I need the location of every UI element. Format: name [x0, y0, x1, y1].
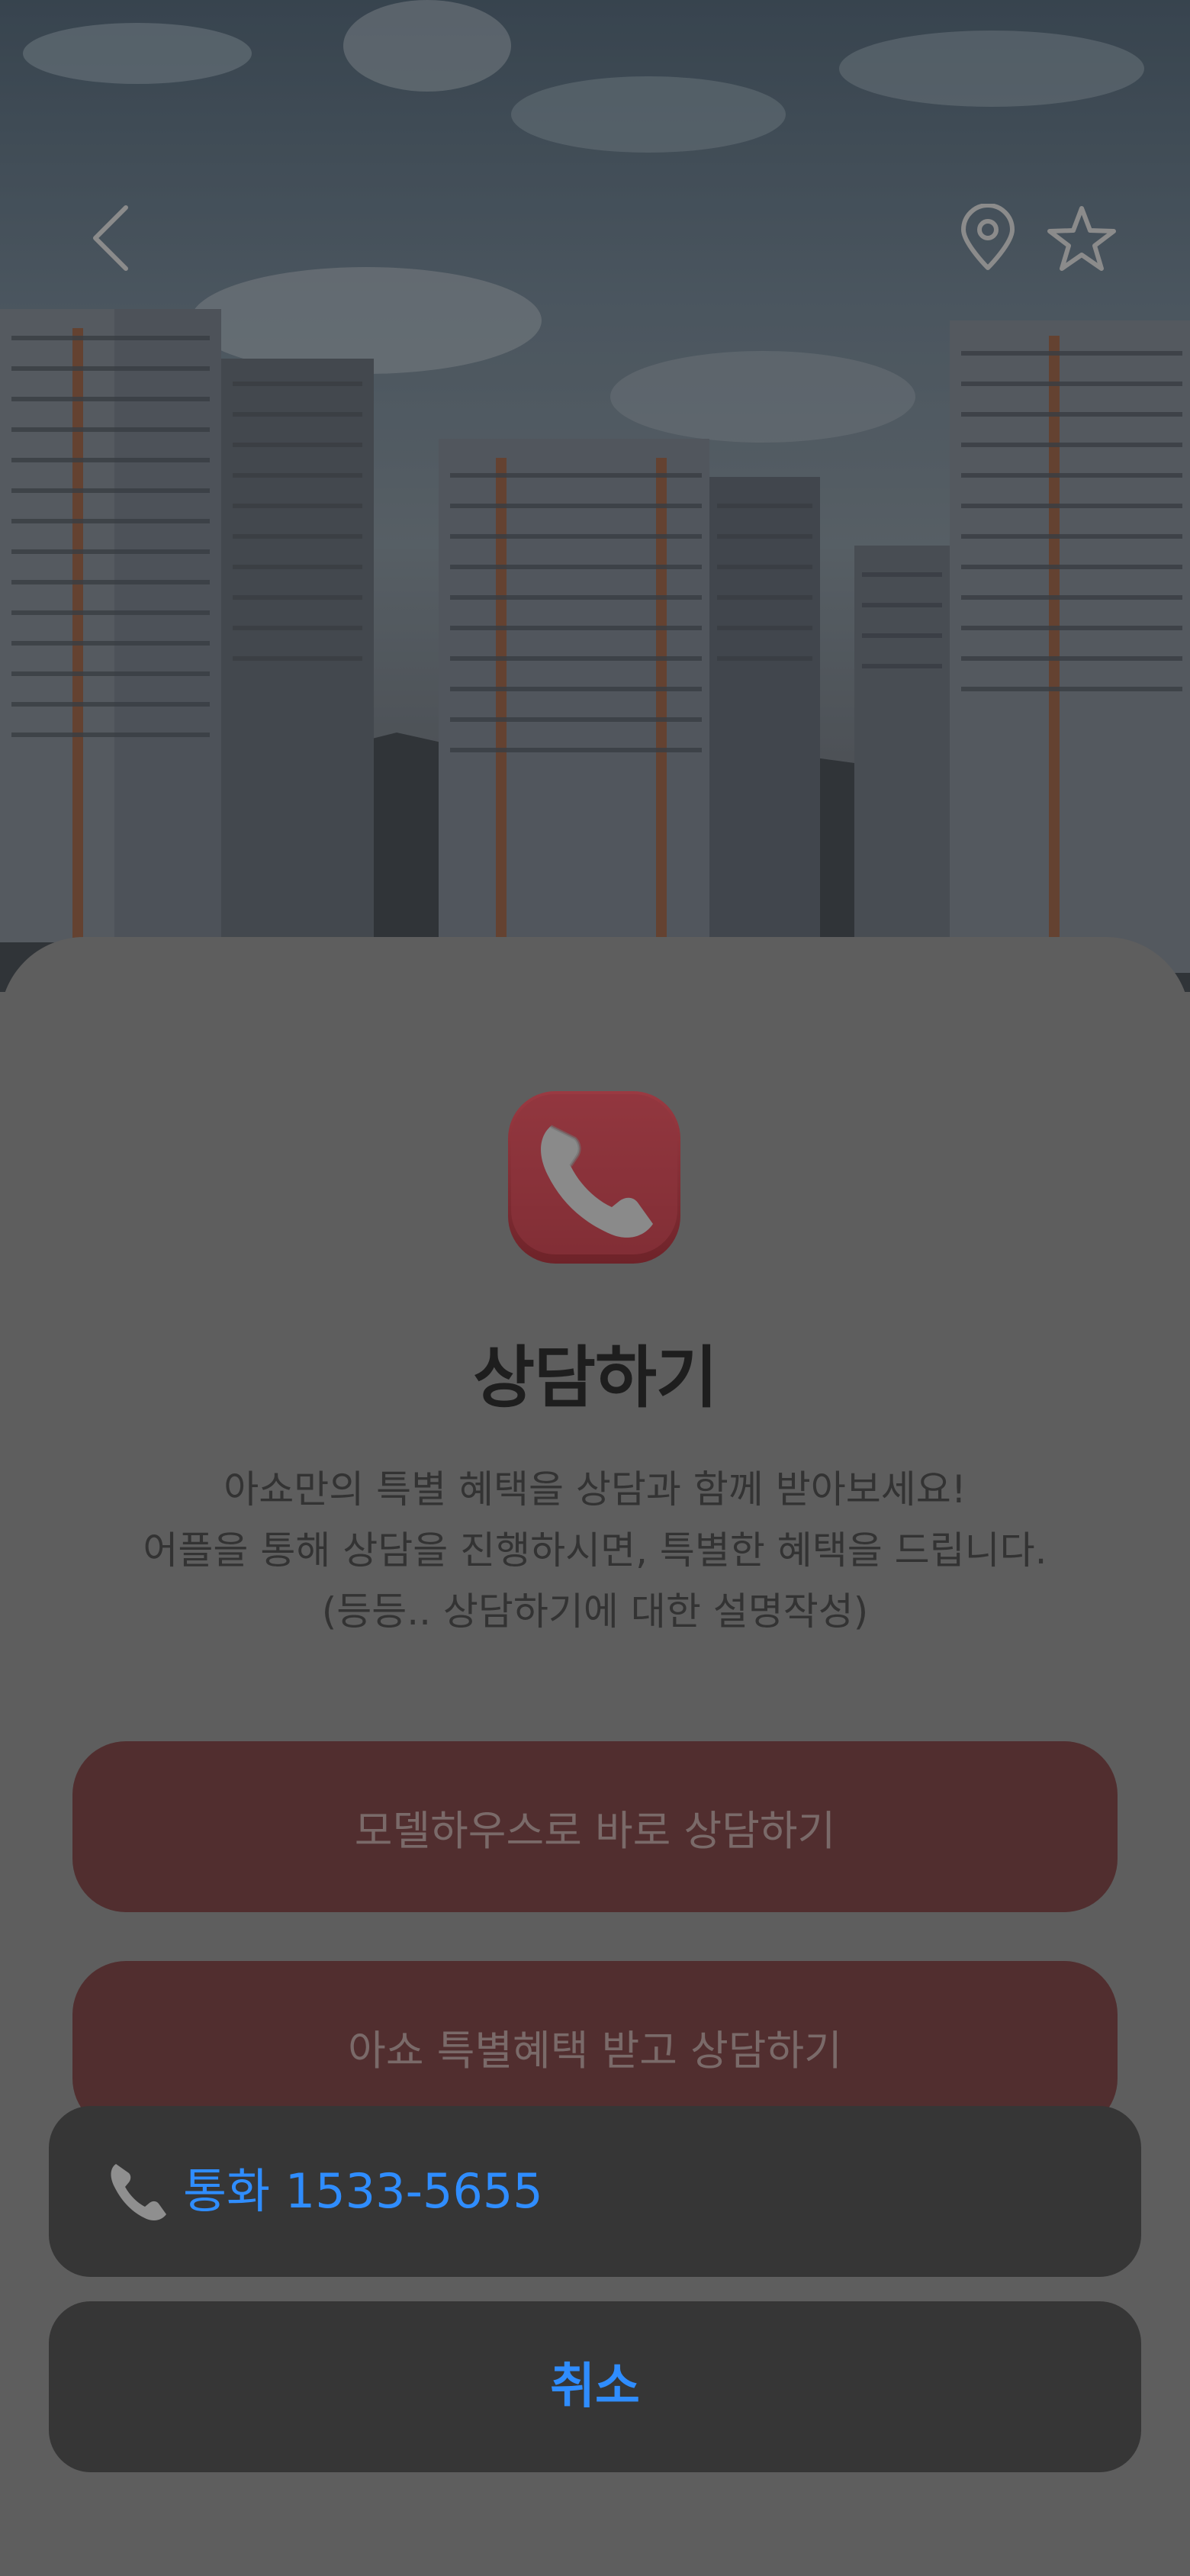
phone-icon: [111, 2164, 166, 2220]
phone-icon: [508, 1091, 680, 1264]
location-button[interactable]: [950, 200, 1026, 276]
location-pin-icon: [961, 204, 1015, 270]
hero-photo: [0, 0, 1190, 992]
favorite-button[interactable]: [1044, 200, 1120, 276]
call-action-button[interactable]: 통화 1533-5655: [49, 2106, 1141, 2277]
back-chevron-icon: [93, 205, 128, 271]
description-line: 아쇼만의 특별 혜택을 상담과 함께 받아보세요!: [224, 1467, 966, 1512]
back-button[interactable]: [72, 200, 149, 276]
call-label: 통화 1533-5655: [183, 2163, 543, 2219]
cancel-label: 취소: [550, 2359, 640, 2415]
screen: 상담하기 아쇼만의 특별 혜택을 상담과 함께 받아보세요! 어플을 통해 상담…: [0, 0, 1190, 2576]
dim-overlay: [0, 0, 1190, 992]
model-house-consult-button[interactable]: 모델하우스로 바로 상담하기: [72, 1741, 1118, 1912]
sheet-title: 상담하기: [473, 1338, 718, 1417]
description-line: (등등.. 상담하기에 대한 설명작성): [321, 1589, 869, 1634]
sheet-description: 아쇼만의 특별 혜택을 상담과 함께 받아보세요! 어플을 통해 상담을 진행하…: [61, 1459, 1129, 1642]
cancel-button[interactable]: 취소: [49, 2301, 1141, 2472]
description-line: 어플을 통해 상담을 진행하시면, 특별한 혜택을 드립니다.: [143, 1528, 1047, 1573]
star-icon: [1047, 206, 1116, 271]
